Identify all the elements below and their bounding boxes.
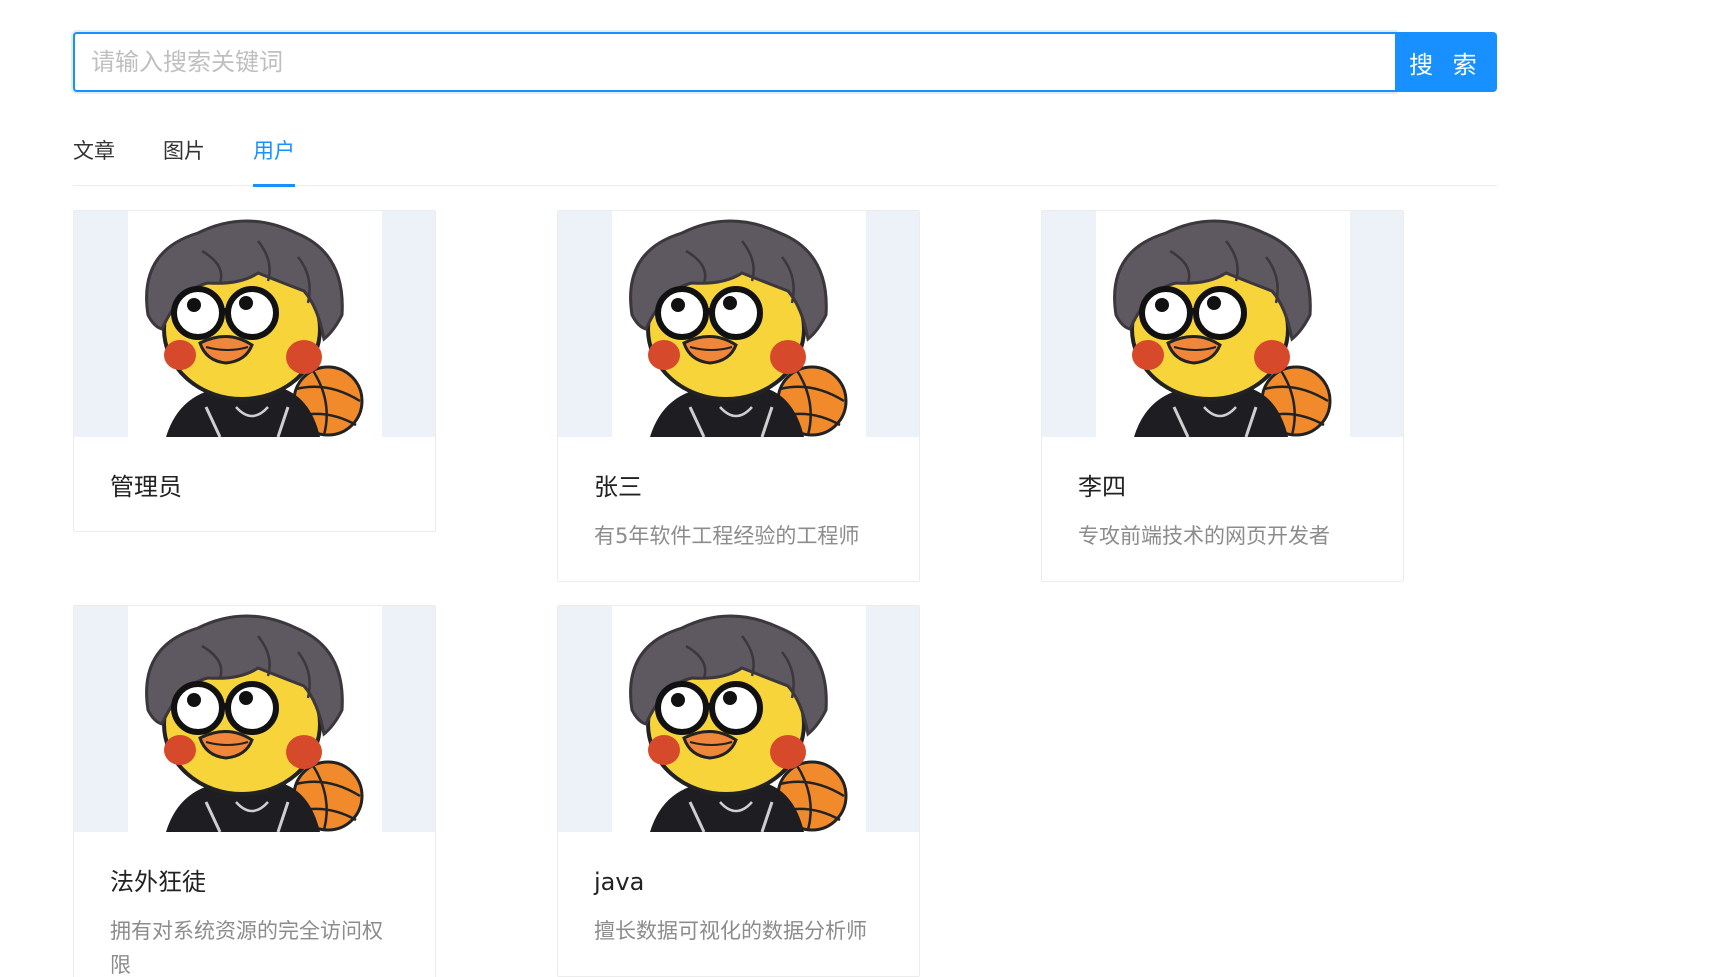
user-name: 李四 <box>1078 473 1126 501</box>
avatar <box>128 211 382 437</box>
user-card-body: 张三 有5年软件工程经验的工程师 <box>558 437 919 581</box>
user-name: 张三 <box>594 473 642 501</box>
search-input[interactable] <box>91 34 1395 90</box>
avatar <box>1096 211 1350 437</box>
avatar <box>612 211 866 437</box>
user-card[interactable]: 法外狂徒 拥有对系统资源的完全访问权限 <box>73 605 436 977</box>
user-card-cover <box>74 606 435 832</box>
search-bar: 搜 索 <box>73 32 1497 92</box>
user-card-body: java 擅长数据可视化的数据分析师 <box>558 832 919 976</box>
user-card-body: 法外狂徒 拥有对系统资源的完全访问权限 <box>74 832 435 977</box>
search-page: 搜 索 文章 图片 用户 管理员 张三 有5年软件工 <box>0 0 1722 977</box>
tab-images[interactable]: 图片 <box>163 130 205 186</box>
avatar <box>612 606 866 832</box>
result-type-tabs: 文章 图片 用户 <box>73 130 1497 187</box>
user-name: 管理员 <box>110 473 182 501</box>
user-description: 拥有对系统资源的完全访问权限 <box>110 919 383 977</box>
avatar <box>128 606 382 832</box>
user-card[interactable]: 管理员 <box>73 210 436 532</box>
user-description: 擅长数据可视化的数据分析师 <box>594 919 867 943</box>
user-card-body: 李四 专攻前端技术的网页开发者 <box>1042 437 1403 581</box>
user-card[interactable]: 李四 专攻前端技术的网页开发者 <box>1041 210 1404 582</box>
user-card-cover <box>558 606 919 832</box>
user-card-cover <box>558 211 919 437</box>
user-name: 法外狂徒 <box>110 868 206 896</box>
user-description: 专攻前端技术的网页开发者 <box>1078 524 1330 548</box>
user-card[interactable]: 张三 有5年软件工程经验的工程师 <box>557 210 920 582</box>
user-name: java <box>594 868 645 896</box>
tab-users[interactable]: 用户 <box>253 130 295 187</box>
user-card-cover <box>1042 211 1403 437</box>
search-button[interactable]: 搜 索 <box>1395 32 1497 92</box>
user-card[interactable]: java 擅长数据可视化的数据分析师 <box>557 605 920 977</box>
tab-articles[interactable]: 文章 <box>73 130 115 186</box>
user-card-body: 管理员 <box>74 437 435 531</box>
search-input-wrapper[interactable] <box>73 32 1395 92</box>
user-description: 有5年软件工程经验的工程师 <box>594 524 860 548</box>
user-card-cover <box>74 211 435 437</box>
